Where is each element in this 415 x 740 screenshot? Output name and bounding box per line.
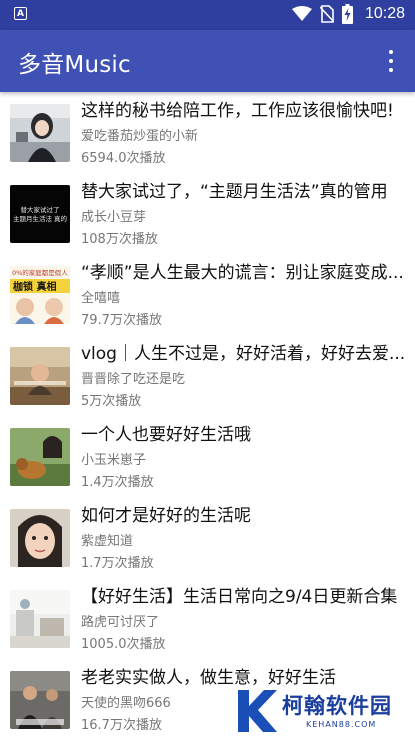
thumbnail-image: [10, 590, 70, 648]
thumbnail-image: 替大家试过了 主题月生活法 真的: [10, 185, 70, 243]
music-list: 这样的秘书给陪工作，工作应该很愉快吧! 爱吃番茄炒蛋的小新 6594.0次播放 …: [0, 92, 415, 740]
item-plays: 1.4万次播放: [81, 475, 154, 490]
thumbnail-image: [10, 104, 70, 162]
item-plays: 16.7万次播放: [81, 718, 162, 733]
wifi-icon: [291, 6, 312, 21]
k-logo-icon: [238, 690, 277, 732]
list-item[interactable]: 这样的秘书给陪工作，工作应该很愉快吧! 爱吃番茄炒蛋的小新 6594.0次播放: [0, 92, 415, 173]
item-title: 如何才是好好的生活呢: [81, 506, 251, 526]
watermark-subtext: KEHAN88.COM: [306, 720, 377, 729]
list-item[interactable]: 0%的家庭都是假人 枷锁 真相 “孝顺”是人生最大的谎言：别让家庭变成... 全…: [0, 254, 415, 335]
item-title: 这样的秘书给陪工作，工作应该很愉快吧!: [81, 101, 394, 121]
item-title: 老老实实做人，做生意，好好生活: [81, 668, 336, 688]
thumbnail-image: [10, 671, 70, 729]
item-author: 紫虚知道: [81, 534, 134, 549]
item-title: vlog｜人生不过是，好好活着，好好去爱...: [81, 344, 406, 364]
item-plays: 5万次播放: [81, 394, 142, 409]
item-title: 【好好生活】生活日常向之9/4日更新合集: [81, 587, 398, 607]
a-letter-icon: A: [14, 7, 27, 20]
thumbnail-image: [10, 347, 70, 405]
svg-text:主题月生活法 真的: 主题月生活法 真的: [13, 214, 68, 223]
item-plays: 1.7万次播放: [81, 556, 154, 571]
list-item[interactable]: 如何才是好好的生活呢 紫虚知道 1.7万次播放: [0, 497, 415, 578]
item-author: 成长小豆芽: [81, 210, 147, 225]
battery-charging-icon: [341, 4, 353, 24]
more-vert-icon[interactable]: [381, 48, 401, 74]
item-title: “孝顺”是人生最大的谎言：别让家庭变成...: [81, 263, 404, 283]
item-author: 路虎可讨厌了: [81, 615, 160, 630]
svg-text:0%的家庭都是假人: 0%的家庭都是假人: [12, 268, 68, 277]
status-icons: 10:28: [291, 4, 405, 24]
no-sim-icon: [319, 5, 334, 23]
item-plays: 6594.0次播放: [81, 151, 166, 166]
item-author: 全嘻嘻: [81, 291, 121, 306]
item-title: 替大家试过了，“主题月生活法”真的管用: [81, 182, 388, 202]
list-item[interactable]: 替大家试过了 主题月生活法 真的 替大家试过了，“主题月生活法”真的管用 成长小…: [0, 173, 415, 254]
item-author: 爱吃番茄炒蛋的小新: [81, 129, 199, 144]
thumbnail-image: [10, 509, 70, 567]
item-plays: 79.7万次播放: [81, 313, 162, 328]
item-plays: 1005.0次播放: [81, 637, 166, 652]
clock: 10:28: [364, 5, 405, 22]
item-author: 天使的黑吻666: [81, 696, 171, 711]
watermark-logo: 柯翰软件园 KEHAN88.COM: [234, 688, 404, 736]
item-author: 小玉米崽子: [81, 453, 147, 468]
app-title: 多音Music: [18, 52, 131, 78]
list-item[interactable]: 【好好生活】生活日常向之9/4日更新合集 路虎可讨厌了 1005.0次播放: [0, 578, 415, 659]
thumbnail-image: 0%的家庭都是假人 枷锁 真相: [10, 266, 70, 324]
watermark-text: 柯翰软件园: [282, 694, 392, 718]
list-item[interactable]: vlog｜人生不过是，好好活着，好好去爱... 晋晋除了吃还是吃 5万次播放: [0, 335, 415, 416]
svg-text:替大家试过了: 替大家试过了: [21, 205, 60, 214]
item-plays: 108万次播放: [81, 232, 158, 247]
thumbnail-image: [10, 428, 70, 486]
item-author: 晋晋除了吃还是吃: [81, 372, 186, 387]
list-item[interactable]: 一个人也要好好生活哦 小玉米崽子 1.4万次播放: [0, 416, 415, 497]
item-title: 一个人也要好好生活哦: [81, 425, 251, 445]
status-bar: A 10:28: [0, 0, 415, 30]
app-bar: 多音Music: [0, 30, 415, 92]
svg-text:枷锁 真相: 枷锁 真相: [13, 280, 56, 293]
